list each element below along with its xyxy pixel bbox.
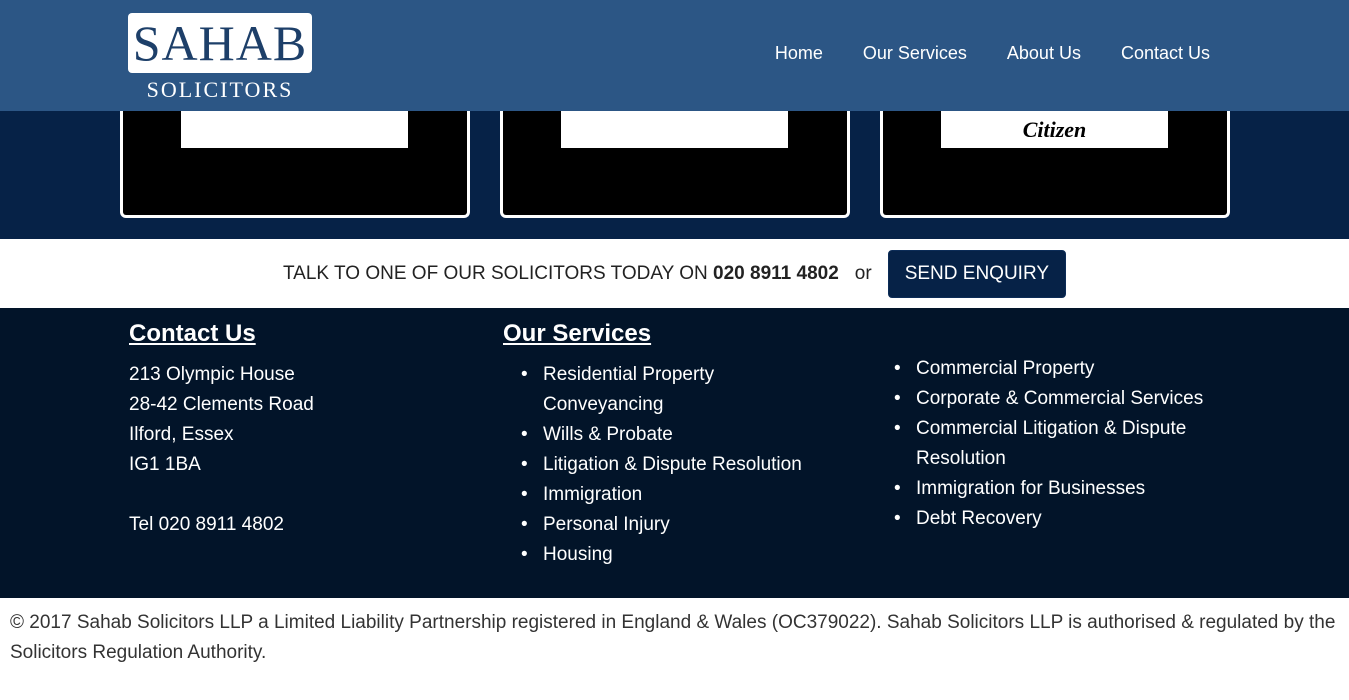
- service-item[interactable]: Debt Recovery: [876, 504, 1236, 534]
- card-3-label: Citizen: [1022, 116, 1087, 142]
- footer-services-title[interactable]: Our Services: [503, 320, 843, 348]
- service-item[interactable]: Immigration for Businesses: [876, 474, 1236, 504]
- footer-services: Our Services Residential Property Convey…: [503, 320, 843, 570]
- logo-sub-text: SOLICITORS: [146, 77, 294, 102]
- service-item[interactable]: Wills & Probate: [503, 420, 843, 450]
- nav-contact-us[interactable]: Contact Us: [1121, 43, 1210, 64]
- card-3-image: Citizen: [941, 111, 1168, 148]
- card-1[interactable]: [120, 111, 470, 218]
- address-line: 28-42 Clements Road: [129, 394, 314, 415]
- footer-contact: Contact Us 213 Olympic House 28-42 Cleme…: [129, 320, 314, 540]
- logo-box: SAHAB: [128, 13, 312, 73]
- logo[interactable]: SAHAB SOLICITORS: [128, 13, 312, 103]
- site-footer: Contact Us 213 Olympic House 28-42 Cleme…: [0, 308, 1349, 598]
- logo-main-text: SAHAB: [132, 15, 308, 71]
- service-item[interactable]: Commercial Litigation & Dispute Resoluti…: [876, 414, 1221, 474]
- address-spacer: [129, 480, 314, 510]
- card-3[interactable]: Citizen: [880, 111, 1230, 218]
- service-item[interactable]: Immigration: [503, 480, 843, 510]
- service-item[interactable]: Personal Injury: [503, 510, 843, 540]
- nav-about-us[interactable]: About Us: [1007, 43, 1081, 64]
- card-2-image: [561, 111, 788, 148]
- address-line: Ilford, Essex: [129, 424, 234, 445]
- service-item[interactable]: Housing: [503, 540, 843, 570]
- service-item[interactable]: Commercial Property: [876, 354, 1236, 384]
- address-line: 213 Olympic House: [129, 364, 295, 385]
- call-prompt: TALK TO ONE OF OUR SOLICITORS TODAY ON: [282, 262, 714, 284]
- send-enquiry-button[interactable]: SEND ENQUIRY: [887, 249, 1066, 298]
- service-item[interactable]: Litigation & Dispute Resolution: [503, 450, 843, 480]
- service-item[interactable]: Corporate & Commercial Services: [876, 384, 1236, 414]
- call-phone[interactable]: 020 8911 4802: [713, 263, 839, 284]
- call-text: TALK TO ONE OF OUR SOLICITORS TODAY ON 0…: [283, 263, 839, 285]
- card-1-image: [181, 111, 408, 148]
- services-list-1: Residential Property Conveyancing Wills …: [503, 360, 843, 570]
- card-2[interactable]: [500, 111, 850, 218]
- or-text: or: [854, 262, 872, 284]
- main-nav: Home Our Services About Us Contact Us: [775, 43, 1210, 64]
- copyright-text: © 2017 Sahab Solicitors LLP a Limited Li…: [10, 612, 1336, 663]
- service-item[interactable]: Residential Property Conveyancing: [503, 360, 803, 420]
- call-bar: TALK TO ONE OF OUR SOLICITORS TODAY ON 0…: [0, 239, 1349, 308]
- footer-contact-title[interactable]: Contact Us: [129, 320, 314, 348]
- footer-services-2: Commercial Property Corporate & Commerci…: [876, 354, 1236, 534]
- nav-home[interactable]: Home: [775, 43, 823, 64]
- address-line: IG1 1BA: [129, 454, 201, 475]
- nav-our-services[interactable]: Our Services: [863, 43, 967, 64]
- site-header: SAHAB SOLICITORS Home Our Services About…: [0, 0, 1349, 111]
- copyright-bar: © 2017 Sahab Solicitors LLP a Limited Li…: [0, 598, 1349, 700]
- footer-phone: Tel 020 8911 4802: [129, 514, 284, 535]
- cards-band: Citizen: [0, 111, 1349, 239]
- services-list-2: Commercial Property Corporate & Commerci…: [876, 354, 1236, 534]
